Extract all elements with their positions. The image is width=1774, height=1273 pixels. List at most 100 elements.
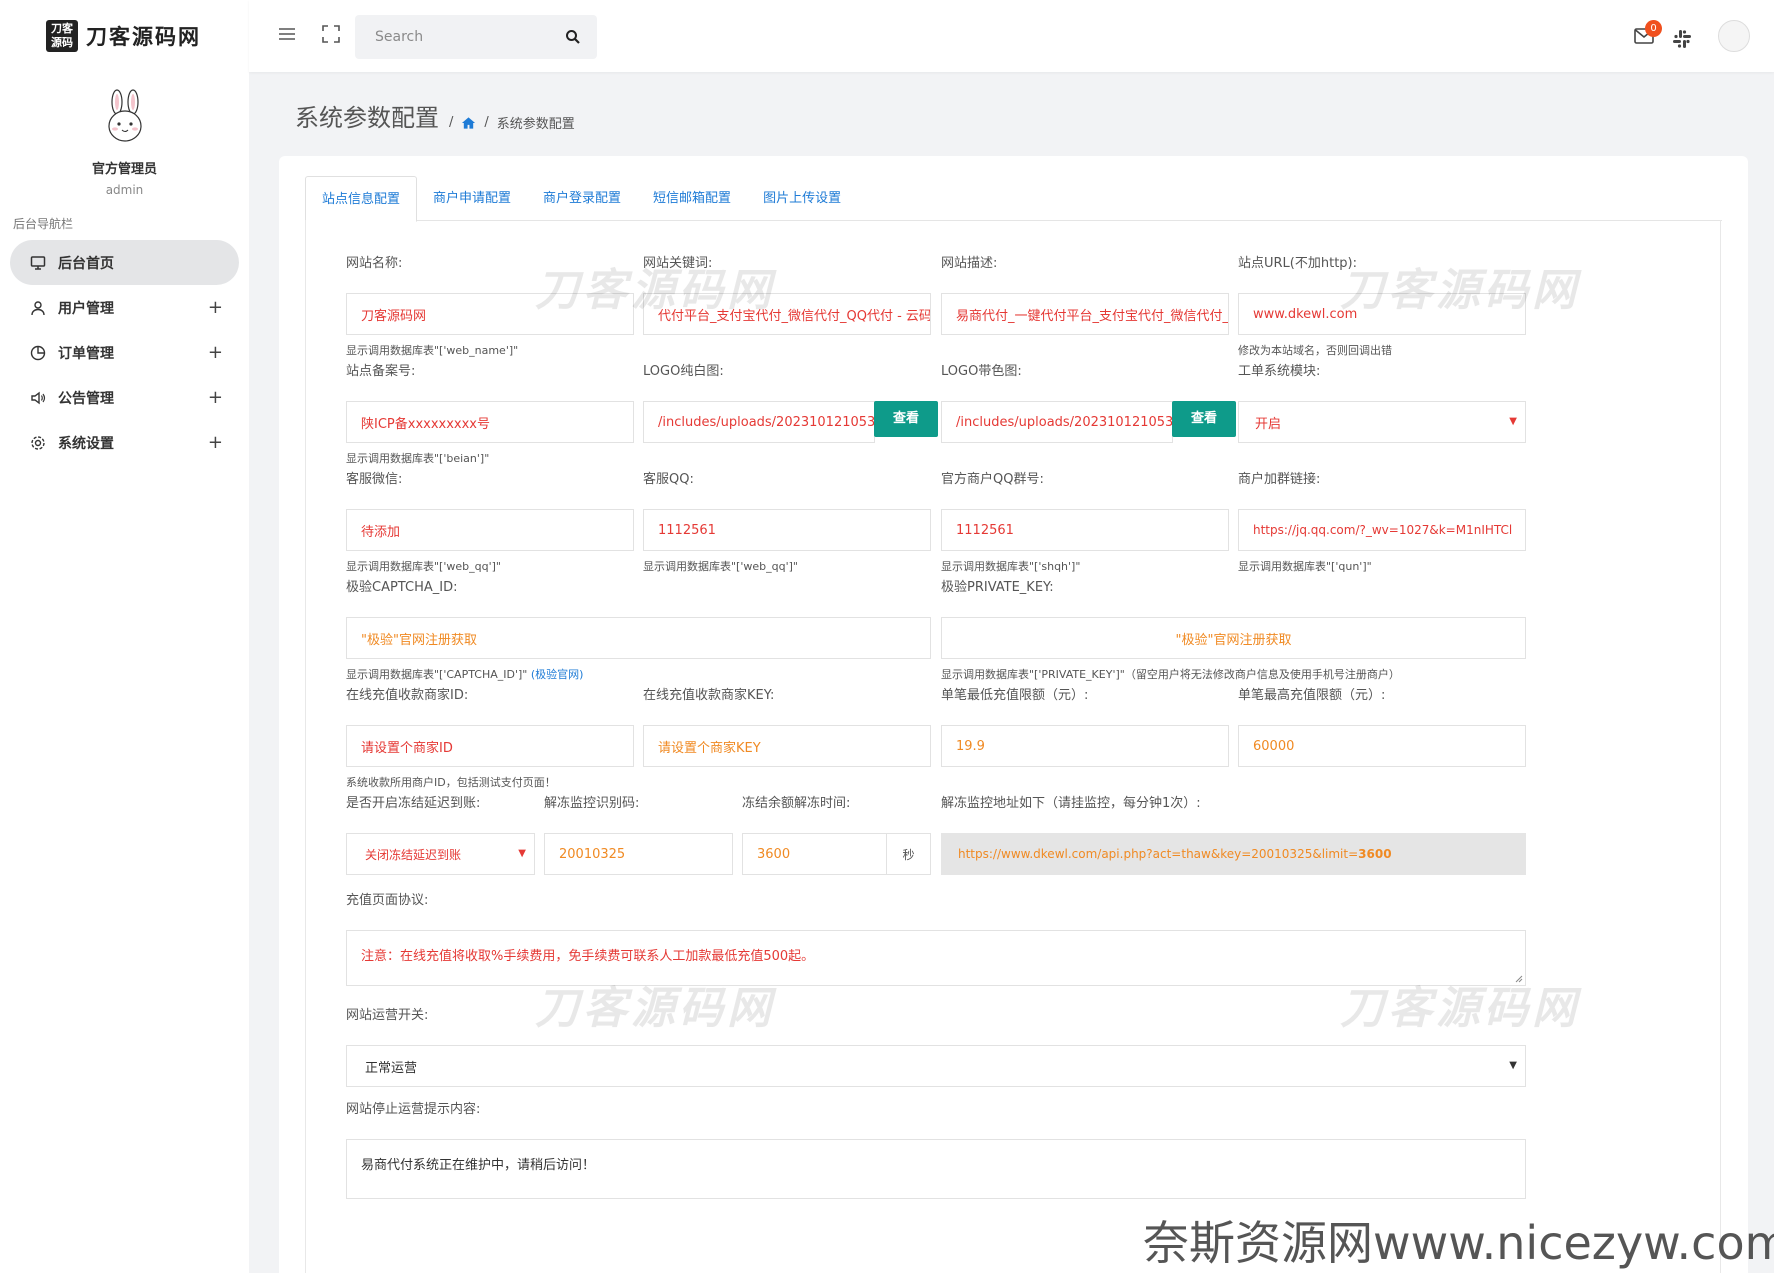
merchant-id-label: 在线充值收款商家ID: <box>346 688 469 703</box>
private-key-help: 显示调用数据库表"['PRIVATE_KEY']"（留空用户将无法修改商户信息及… <box>941 668 1400 681</box>
brand[interactable]: 刀客源码 刀客源码网 <box>0 0 249 72</box>
qq-label: 客服QQ: <box>643 472 694 487</box>
tab-panel: 网站名称: 刀客源码网 显示调用数据库表"['web_name']" 网站关键词… <box>305 220 1721 1273</box>
user-icon <box>30 300 46 316</box>
speaker-icon <box>30 390 46 406</box>
private-key-label: 极验PRIVATE_KEY: <box>941 580 1054 595</box>
watermark: 刀客源码网 <box>1340 983 1580 1034</box>
geetest-link[interactable]: (极验官网) <box>531 668 584 681</box>
min-recharge-input[interactable]: 19.9 <box>941 725 1229 767</box>
avatar[interactable] <box>95 88 155 148</box>
plus-icon[interactable]: + <box>208 432 223 453</box>
ticket-select-value: 开启 <box>1255 416 1282 432</box>
plus-icon[interactable]: + <box>208 342 223 363</box>
topbar: 0 <box>249 0 1774 72</box>
sidebar-item-orders[interactable]: 订单管理 + <box>0 330 249 375</box>
freeze-select[interactable]: 关闭冻结延迟到账 ▼ <box>346 833 535 875</box>
watermark: 刀客源码网 <box>535 983 775 1034</box>
site-url-help: 修改为本站域名，否则回调出错 <box>1238 344 1392 357</box>
max-recharge-input[interactable]: 60000 <box>1238 725 1526 767</box>
tab-merchant-login[interactable]: 商户登录配置 <box>527 176 637 221</box>
tab-sms-email[interactable]: 短信邮箱配置 <box>637 176 747 221</box>
stop-notice-textarea[interactable]: 易商代付系统正在维护中，请稍后访问！ <box>346 1139 1526 1199</box>
brand-name: 刀客源码网 <box>86 25 201 49</box>
user-avatar[interactable] <box>1718 20 1750 52</box>
chevron-down-icon: ▼ <box>1509 416 1517 427</box>
merchant-key-input[interactable]: 请设置个商家KEY <box>643 725 931 767</box>
sidebar-item-label: 公告管理 <box>58 390 114 407</box>
tab-bar: 站点信息配置 商户申请配置 商户登录配置 短信邮箱配置 图片上传设置 <box>305 176 1722 222</box>
profile: 官方管理员 admin <box>0 72 249 197</box>
group-link-label: 商户加群链接: <box>1238 472 1321 487</box>
private-key-input[interactable]: "极验"官网注册获取 <box>941 617 1526 659</box>
plus-icon[interactable]: + <box>208 387 223 408</box>
notification-badge: 0 <box>1645 20 1662 37</box>
group-link-input[interactable]: https://jq.qq.com/?_wv=1027&k=M1nIHTCl <box>1238 509 1526 551</box>
fullscreen-icon[interactable] <box>321 24 341 44</box>
sidebar-item-settings[interactable]: 系统设置 + <box>0 420 249 465</box>
agreement-text: 注意：在线充值将收取%手续费用，免手续费可联系人工加款最低充值500起。 <box>361 949 815 964</box>
monitor-url-field[interactable]: https://www.dkewl.com/api.php?act=thaw&k… <box>941 833 1526 875</box>
slack-icon[interactable] <box>1672 29 1692 49</box>
watermark-bottom: 奈斯资源网www.nicezyw.com <box>1143 1216 1774 1270</box>
qq-group-input[interactable]: 1112561 <box>941 509 1229 551</box>
monitor-icon <box>30 255 46 271</box>
min-recharge-label: 单笔最低充值限额（元）: <box>941 688 1089 703</box>
plus-icon[interactable]: + <box>208 297 223 318</box>
chevron-down-icon: ▼ <box>518 848 526 859</box>
home-icon[interactable] <box>461 116 476 130</box>
logo-color-view-button[interactable]: 查看 <box>1172 401 1236 437</box>
icp-input[interactable]: 陕ICP备xxxxxxxxx号 <box>346 401 634 443</box>
qq-input[interactable]: 1112561 <box>643 509 931 551</box>
tab-site-info[interactable]: 站点信息配置 <box>305 176 418 222</box>
breadcrumb-separator: / <box>449 115 454 130</box>
logo-white-view-button[interactable]: 查看 <box>874 401 938 437</box>
tab-merchant-apply[interactable]: 商户申请配置 <box>417 176 527 221</box>
monitor-url-label: 解冻监控地址如下（请挂监控，每分钟1次）: <box>941 796 1201 811</box>
search-icon[interactable] <box>565 29 581 45</box>
description-input[interactable]: 易商代付_一键代付平台_支付宝代付_微信代付_ <box>941 293 1229 335</box>
tab-image-upload[interactable]: 图片上传设置 <box>747 176 857 221</box>
sidebar-item-home[interactable]: 后台首页 <box>10 240 239 285</box>
unfreeze-time-value: 3600 <box>757 846 791 862</box>
icp-help: 显示调用数据库表"['beian']" <box>346 452 490 465</box>
logo-white-input[interactable]: /includes/uploads/202310121053407 <box>643 401 875 443</box>
sidebar-nav: 后台首页 用户管理 + 订单管理 + 公告管理 + 系统设置 + <box>0 240 249 465</box>
merchant-key-label: 在线充值收款商家KEY: <box>643 688 775 703</box>
merchant-id-help: 系统收款所用商户ID，包括测试支付页面！ <box>346 776 556 789</box>
freeze-select-value: 关闭冻结延迟到账 <box>365 847 462 862</box>
stop-notice-text: 易商代付系统正在维护中，请稍后访问！ <box>361 1158 596 1173</box>
profile-name: 官方管理员 <box>91 162 157 177</box>
logo-white-label: LOGO纯白图: <box>643 364 724 379</box>
qq-help: 显示调用数据库表"['web_qq']" <box>643 560 798 573</box>
search-input[interactable] <box>355 15 555 59</box>
wechat-input[interactable]: 待添加 <box>346 509 634 551</box>
menu-icon[interactable] <box>277 24 297 44</box>
sidebar-item-label: 用户管理 <box>58 300 114 317</box>
watermark: 刀客源码网 <box>1340 265 1580 316</box>
ticket-label: 工单系统模块: <box>1238 364 1321 379</box>
ticket-select[interactable]: 开启 ▼ <box>1238 401 1526 443</box>
logo-color-input[interactable]: /includes/uploads/202310121053448 <box>941 401 1173 443</box>
breadcrumb: / / 系统参数配置 <box>449 113 575 132</box>
operation-select[interactable]: 正常运营 ▼ <box>346 1045 1526 1087</box>
unfreeze-code-label: 解冻监控识别码: <box>544 796 640 811</box>
sidebar-item-announcements[interactable]: 公告管理 + <box>0 375 249 420</box>
description-label: 网站描述: <box>941 256 998 271</box>
seconds-suffix: 秒 <box>886 834 930 874</box>
operation-label: 网站运营开关: <box>346 1008 429 1023</box>
group-link-help: 显示调用数据库表"['qun']" <box>1238 560 1372 573</box>
gear-icon <box>30 435 46 451</box>
unfreeze-time-input[interactable]: 3600 秒 <box>742 833 931 875</box>
sidebar-item-users[interactable]: 用户管理 + <box>0 285 249 330</box>
breadcrumb-separator: / <box>484 115 489 130</box>
captcha-id-input[interactable]: "极验"官网注册获取 <box>346 617 931 659</box>
nav-title: 后台导航栏 <box>13 217 74 231</box>
stop-notice-label: 网站停止运营提示内容: <box>346 1102 481 1117</box>
captcha-id-label: 极验CAPTCHA_ID: <box>346 580 458 595</box>
merchant-id-input[interactable]: 请设置个商家ID <box>346 725 634 767</box>
agreement-label: 充值页面协议: <box>346 893 429 908</box>
sidebar: 刀客源码 刀客源码网 官方管理员 admin 后台导航栏 后台首页 用户管理 +… <box>0 0 249 1273</box>
unfreeze-code-input[interactable]: 20010325 <box>544 833 733 875</box>
operation-select-value: 正常运营 <box>365 1060 418 1076</box>
